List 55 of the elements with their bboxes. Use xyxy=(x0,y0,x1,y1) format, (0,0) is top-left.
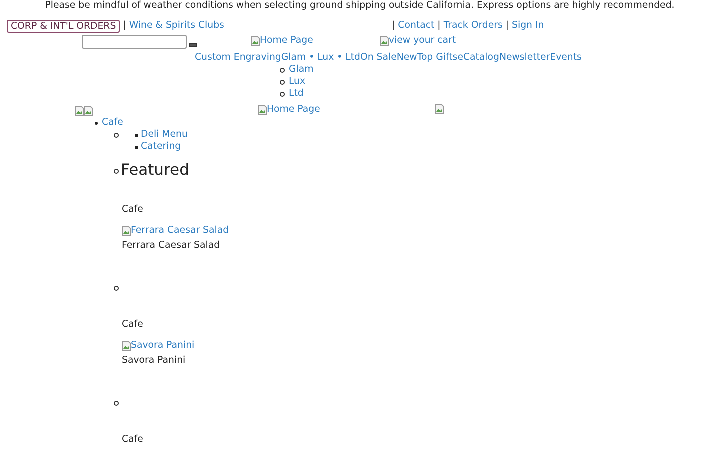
bullet-icon xyxy=(114,286,119,290)
submenu-link[interactable]: Glam xyxy=(289,64,314,76)
nav-link[interactable]: eCatalog xyxy=(458,52,500,64)
broken-image-icon xyxy=(380,36,389,46)
category-link[interactable]: Cafe xyxy=(102,117,124,129)
submenu-link[interactable]: Lux xyxy=(289,76,306,88)
account-link[interactable]: Track Orders xyxy=(444,20,503,32)
separator: | xyxy=(123,20,126,32)
product-name: Savora Panini xyxy=(122,355,187,367)
product-image-link[interactable]: Savora Panini xyxy=(122,340,195,352)
search-button[interactable] xyxy=(189,43,197,47)
corp-orders-button[interactable]: CORP & INT'L ORDERS xyxy=(7,20,120,32)
broken-image-icon xyxy=(84,106,93,116)
nav-link[interactable]: New xyxy=(396,52,418,64)
cart-link[interactable]: view your cart xyxy=(380,34,456,46)
nav-link[interactable]: Glam • Lux • Ltd xyxy=(281,52,360,64)
product-name: Ferrara Caesar Salad xyxy=(122,240,222,252)
subcategory-link[interactable]: Deli Menu xyxy=(141,129,188,141)
broken-image-icon xyxy=(251,36,260,46)
product-category: Cafe xyxy=(122,319,144,331)
bullet-icon xyxy=(135,146,138,148)
separator: | xyxy=(392,20,396,32)
nav-link[interactable]: Newsletter xyxy=(499,52,550,64)
broken-image-icon xyxy=(435,104,444,114)
account-link[interactable]: Contact xyxy=(398,20,435,32)
search-field[interactable] xyxy=(82,35,187,49)
product-category: Cafe xyxy=(122,434,144,446)
shipping-notice: Please be mindful of weather conditions when selecting ground shipping outside California. Express options are highly recommended. xyxy=(44,0,676,11)
bullet-icon xyxy=(280,68,285,72)
bullet-icon xyxy=(114,133,119,138)
bullet-icon xyxy=(135,134,138,136)
account-link[interactable]: Sign In xyxy=(512,20,544,32)
nav-link[interactable]: On Sale xyxy=(360,52,397,64)
broken-image-icon xyxy=(75,106,84,116)
submenu-link[interactable]: Ltd xyxy=(289,88,304,100)
nav-link[interactable]: Custom Engraving xyxy=(195,52,282,64)
clubs-link[interactable]: Wine & Spirits Clubs xyxy=(129,20,224,32)
product-category: Cafe xyxy=(122,204,144,216)
nav-link[interactable]: Top Gifts xyxy=(417,52,458,64)
separator: | xyxy=(506,20,510,32)
featured-heading: Featured xyxy=(121,161,190,179)
home-page-link[interactable]: Home Page xyxy=(258,104,320,116)
broken-image-icon xyxy=(258,104,267,114)
bullet-icon xyxy=(114,400,119,406)
subcategory-link[interactable]: Catering xyxy=(141,141,182,153)
bullet-icon xyxy=(280,80,285,84)
product-image-link[interactable]: Ferrara Caesar Salad xyxy=(122,225,230,237)
broken-image-icon xyxy=(122,226,131,236)
broken-image-icon xyxy=(122,341,131,351)
nav-link[interactable]: Events xyxy=(550,52,582,64)
separator: | xyxy=(438,20,441,32)
bullet-icon xyxy=(280,92,285,96)
bullet-icon xyxy=(95,122,98,124)
bullet-icon xyxy=(114,168,119,174)
home-page-link[interactable]: Home Page xyxy=(251,34,314,46)
